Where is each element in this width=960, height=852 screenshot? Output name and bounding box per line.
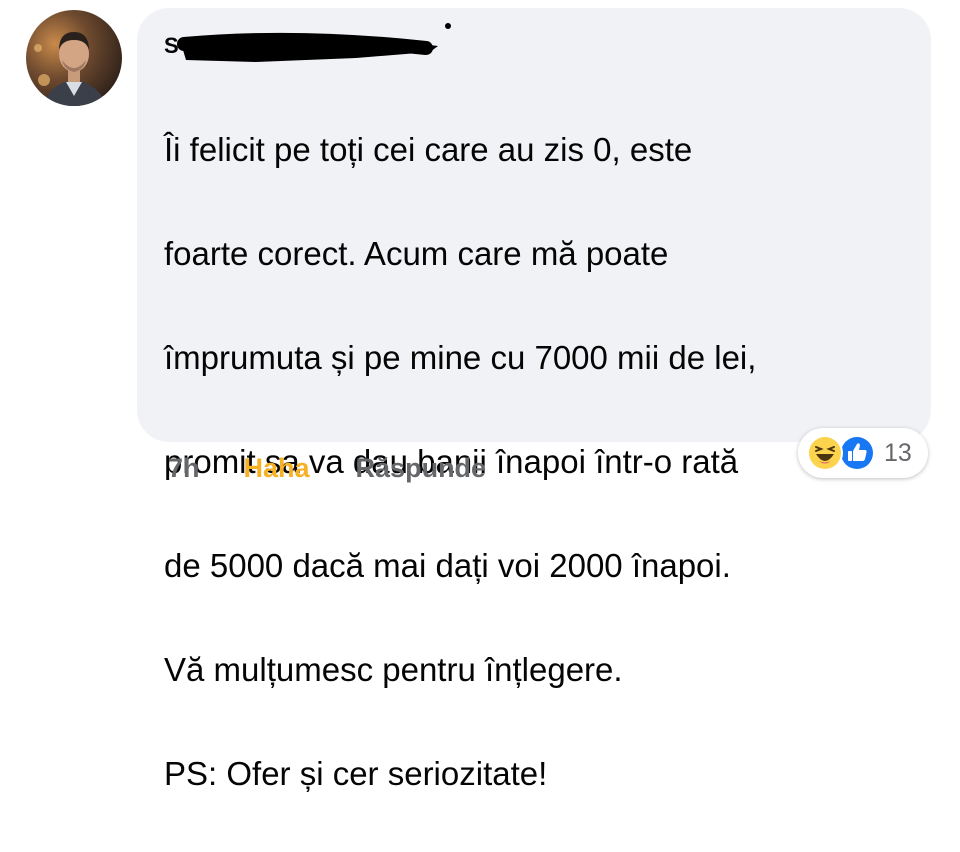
- profile-photo: [26, 10, 122, 106]
- haha-reaction-button[interactable]: Haha: [244, 453, 310, 484]
- avatar[interactable]: [26, 10, 122, 106]
- reaction-count: 13: [884, 438, 912, 467]
- name-redaction-mark: [177, 23, 451, 62]
- comment-timestamp[interactable]: 7h: [168, 453, 200, 484]
- comment-line: PS: Ofer și cer seriozitate!: [164, 755, 548, 792]
- comment-line: de 5000 dacă mai dați voi 2000 înapoi.: [164, 547, 731, 584]
- comment-line: împrumuta și pe mine cu 7000 mii de lei,: [164, 339, 757, 376]
- comment-line: Îi felicit pe toți cei care au zis 0, es…: [164, 131, 693, 168]
- comment-line: foarte corect. Acum care mă poate: [164, 235, 669, 272]
- reply-button[interactable]: Răspunde: [356, 453, 487, 484]
- comment-line: Vă mulțumesc pentru înțlegere.: [164, 651, 623, 688]
- reaction-summary[interactable]: 13: [798, 428, 928, 478]
- comment-actions: 7h Haha Răspunde: [168, 446, 486, 490]
- haha-icon: [807, 435, 843, 471]
